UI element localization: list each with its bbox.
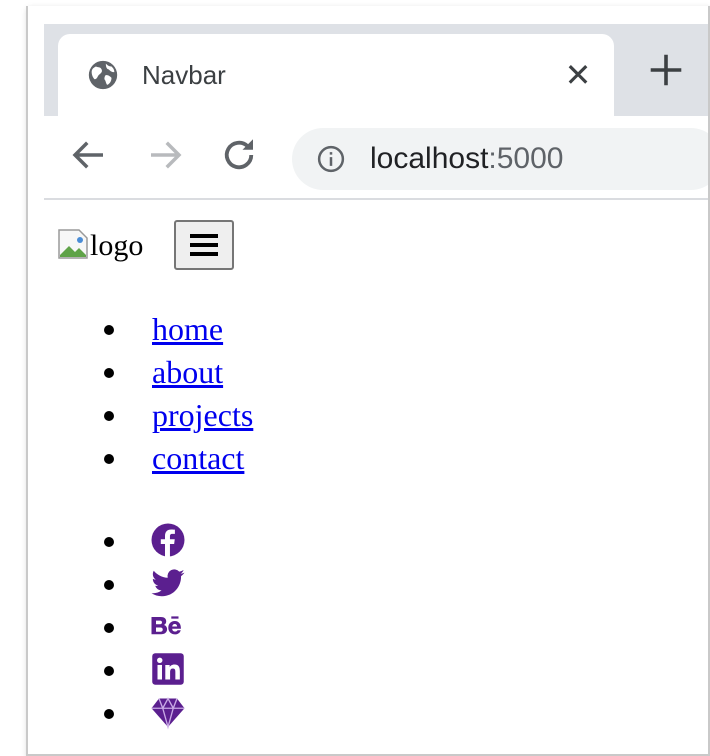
broken-image-icon bbox=[58, 229, 88, 259]
reload-icon[interactable] bbox=[218, 134, 260, 176]
url-text[interactable]: localhost:5000 bbox=[370, 138, 563, 180]
sketch-icon[interactable] bbox=[150, 694, 186, 730]
list-item bbox=[104, 561, 185, 604]
screenshot-frame: Navbar ✕ localhost:5000 logo home about … bbox=[26, 6, 710, 756]
nav-link-home[interactable]: home bbox=[152, 311, 223, 347]
nav-link-projects[interactable]: projects bbox=[152, 397, 253, 433]
url-host: localhost bbox=[370, 142, 489, 175]
list-item: contact bbox=[104, 437, 253, 480]
list-item: about bbox=[104, 351, 253, 394]
tab-title: Navbar bbox=[142, 60, 226, 90]
list-item: projects bbox=[104, 394, 253, 437]
logo-alt-text: logo bbox=[90, 229, 144, 262]
list-item bbox=[104, 690, 185, 733]
page-content: logo home about projects contact bbox=[44, 200, 708, 754]
social-links bbox=[104, 518, 185, 733]
back-arrow-icon[interactable] bbox=[68, 134, 110, 176]
globe-icon bbox=[88, 60, 118, 90]
list-item bbox=[104, 518, 185, 561]
close-icon[interactable]: ✕ bbox=[562, 59, 594, 92]
list-item: home bbox=[104, 308, 253, 351]
url-port: :5000 bbox=[488, 142, 564, 175]
browser-window: Navbar ✕ localhost:5000 logo home about … bbox=[44, 24, 708, 754]
nav-link-contact[interactable]: contact bbox=[152, 440, 244, 476]
forward-arrow-icon[interactable] bbox=[144, 134, 186, 176]
behance-icon[interactable] bbox=[150, 608, 186, 644]
address-bar[interactable]: localhost:5000 bbox=[292, 128, 708, 190]
hamburger-icon bbox=[190, 234, 218, 256]
nav-links: home about projects contact bbox=[104, 308, 253, 480]
menu-toggle-button[interactable] bbox=[174, 220, 234, 270]
info-icon[interactable] bbox=[316, 144, 346, 174]
facebook-icon[interactable] bbox=[150, 522, 186, 558]
browser-toolbar: localhost:5000 bbox=[44, 116, 708, 200]
twitter-icon[interactable] bbox=[150, 565, 186, 601]
linkedin-icon[interactable] bbox=[150, 651, 186, 687]
plus-icon[interactable] bbox=[648, 52, 684, 88]
list-item bbox=[104, 604, 181, 647]
nav-link-about[interactable]: about bbox=[152, 354, 223, 390]
tab-strip: Navbar ✕ bbox=[44, 24, 708, 116]
browser-tab[interactable]: Navbar ✕ bbox=[58, 34, 614, 116]
logo[interactable]: logo bbox=[58, 226, 143, 266]
list-item bbox=[104, 647, 184, 690]
